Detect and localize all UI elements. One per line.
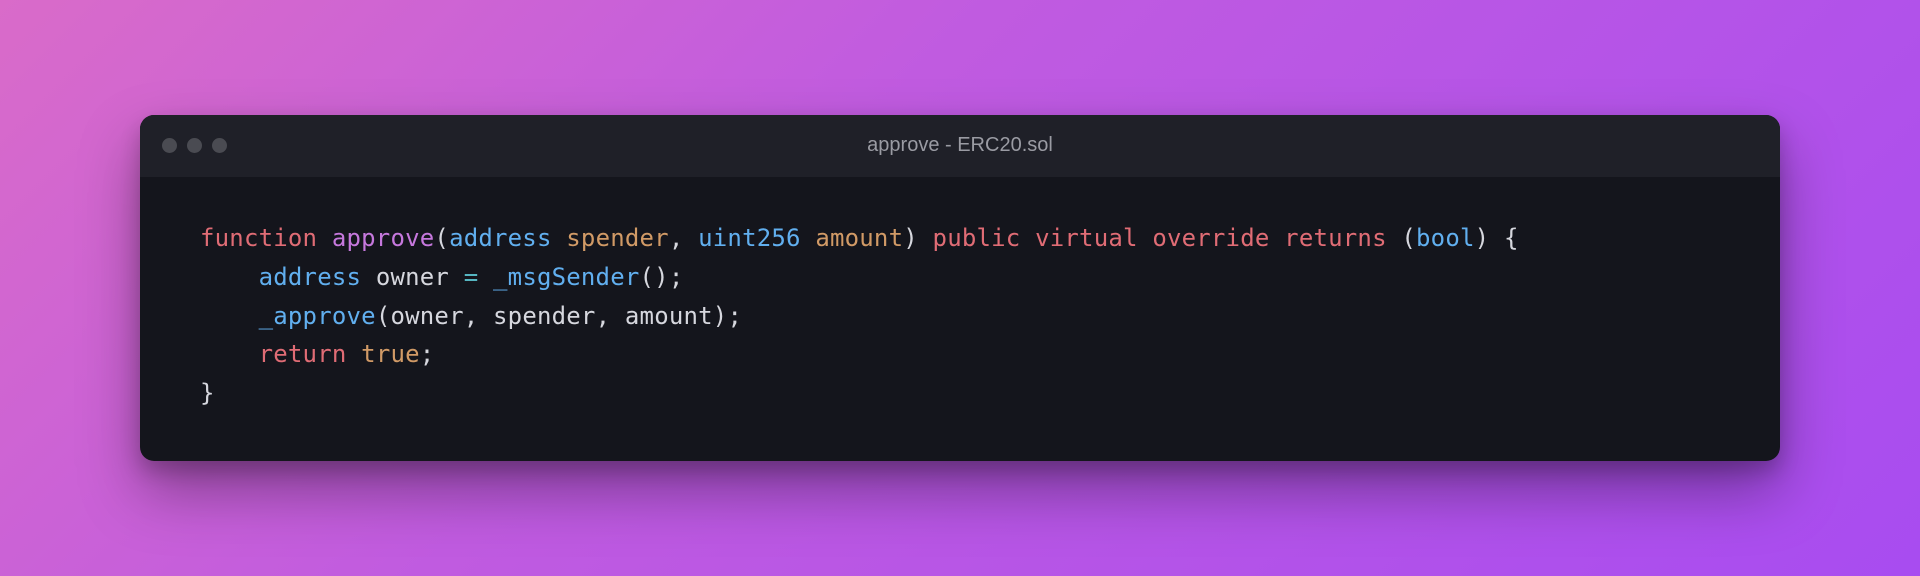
literal-true: true xyxy=(361,340,420,368)
call-msgSender: _msgSender xyxy=(493,263,640,291)
punct-semicolon: ; xyxy=(420,340,435,368)
punct-close-paren: ) xyxy=(903,224,918,252)
type-address: address xyxy=(449,224,552,252)
punct-close-paren: ) xyxy=(1475,224,1490,252)
editor-window: approve - ERC20.sol function approve(add… xyxy=(140,115,1780,461)
keyword-return: return xyxy=(259,340,347,368)
maximize-icon[interactable] xyxy=(212,138,227,153)
modifier-override: override xyxy=(1152,224,1269,252)
punct-open-paren: ( xyxy=(434,224,449,252)
punct-open-paren: ( xyxy=(1387,224,1416,252)
arg-spender: spender xyxy=(493,302,596,330)
punct-comma: , xyxy=(669,224,684,252)
modifier-virtual: virtual xyxy=(1035,224,1138,252)
punct-comma: , xyxy=(464,302,493,330)
punct-semicolon: ; xyxy=(669,263,684,291)
param-amount: amount xyxy=(815,224,903,252)
function-name: approve xyxy=(332,224,435,252)
identifier-owner: owner xyxy=(376,263,449,291)
keyword-returns: returns xyxy=(1284,224,1387,252)
brace-close: } xyxy=(200,379,215,407)
type-uint256: uint256 xyxy=(698,224,801,252)
space xyxy=(347,340,362,368)
indent xyxy=(200,302,259,330)
punct-semicolon: ; xyxy=(727,302,742,330)
brace-open: { xyxy=(1489,224,1518,252)
punct-parens: () xyxy=(640,263,669,291)
minimize-icon[interactable] xyxy=(187,138,202,153)
operator-assign: = xyxy=(449,263,493,291)
code-editor[interactable]: function approve(address spender, uint25… xyxy=(140,177,1780,461)
window-title: approve - ERC20.sol xyxy=(140,134,1780,157)
type-bool: bool xyxy=(1416,224,1475,252)
modifier-public: public xyxy=(933,224,1021,252)
type-address: address xyxy=(259,263,362,291)
punct-close-paren: ) xyxy=(713,302,728,330)
window-titlebar: approve - ERC20.sol xyxy=(140,115,1780,177)
param-spender: spender xyxy=(566,224,669,252)
arg-owner: owner xyxy=(390,302,463,330)
keyword-function: function xyxy=(200,224,317,252)
punct-open-paren: ( xyxy=(376,302,391,330)
close-icon[interactable] xyxy=(162,138,177,153)
call-approve: _approve xyxy=(259,302,376,330)
arg-amount: amount xyxy=(625,302,713,330)
punct-comma: , xyxy=(596,302,625,330)
traffic-lights xyxy=(162,138,227,153)
indent xyxy=(200,340,259,368)
indent xyxy=(200,263,259,291)
